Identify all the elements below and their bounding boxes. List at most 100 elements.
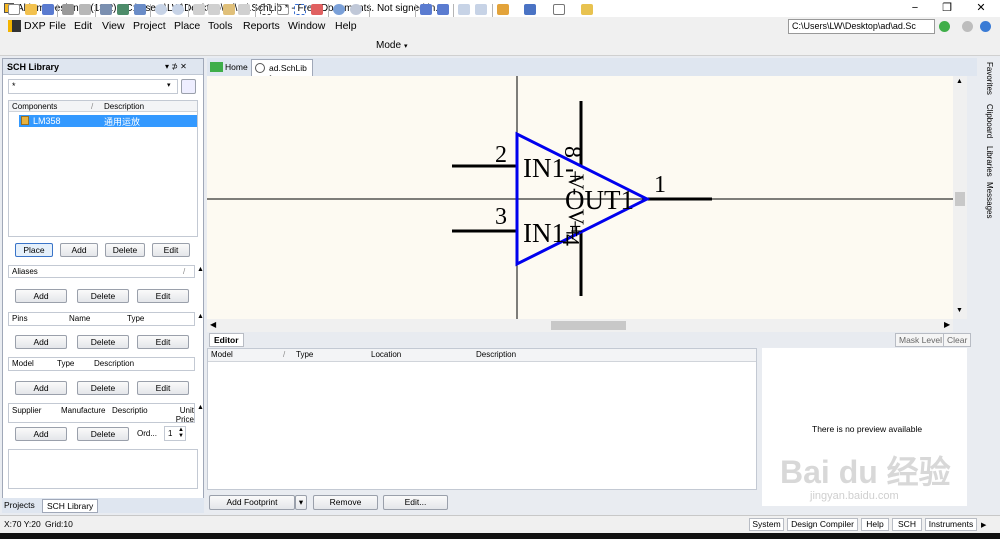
remove-pin-icon[interactable] [437, 4, 449, 15]
back-nav-icon[interactable] [962, 21, 973, 32]
col-components[interactable]: Components [12, 102, 57, 111]
menu-project[interactable]: Project [133, 20, 166, 32]
place-button[interactable]: Place [15, 243, 53, 257]
scroll-up-icon[interactable]: ▲ [956, 78, 963, 85]
deselect-icon[interactable] [311, 4, 323, 15]
utilities-icon[interactable] [497, 4, 509, 15]
edit-component-button[interactable]: Edit [152, 243, 190, 257]
edit-pin-button[interactable]: Edit [137, 335, 189, 349]
col-type[interactable]: Type [57, 359, 74, 368]
component-row-selected[interactable]: LM358 通用运放 [19, 115, 197, 127]
add-footprint-button[interactable]: Add Footprint [209, 495, 295, 510]
clear-button[interactable]: Clear [943, 333, 972, 347]
cut-icon[interactable] [193, 4, 205, 15]
tab-editor[interactable]: Editor [209, 333, 244, 347]
vertical-scroll-thumb[interactable] [955, 192, 965, 206]
col-type[interactable]: Type [296, 350, 313, 359]
tab-projects[interactable]: Projects [4, 500, 35, 510]
filter-input[interactable]: * ▾ [8, 79, 178, 94]
print-preview-icon[interactable] [79, 4, 91, 15]
canvas-vertical-scrollbar[interactable]: ▲ ▼ [953, 76, 967, 319]
tab-home[interactable]: Home [225, 62, 248, 72]
menu-view[interactable]: View [102, 20, 125, 32]
status-help-button[interactable]: Help [861, 518, 889, 531]
layers-icon[interactable] [134, 4, 146, 15]
drawing-tools-icon[interactable] [524, 4, 536, 15]
tab-libraries[interactable]: Libraries [985, 146, 994, 177]
remove-button[interactable]: Remove [313, 495, 378, 510]
col-description[interactable]: Descriptio [112, 406, 148, 415]
mask-level-button[interactable]: Mask Level [895, 333, 946, 347]
status-sch-button[interactable]: SCH [892, 518, 922, 531]
open-folder-icon[interactable] [25, 4, 37, 15]
component-folder-icon[interactable] [581, 4, 593, 15]
restore-button[interactable]: ❐ [932, 1, 962, 16]
tab-favorites[interactable]: Favorites [985, 62, 994, 95]
minimize-button[interactable]: − [900, 1, 930, 16]
scroll-left-icon[interactable]: ◀ [210, 320, 216, 329]
col-supplier[interactable]: Supplier [12, 406, 41, 415]
next-component-icon[interactable] [475, 4, 487, 15]
add-supplier-button[interactable]: Add [15, 427, 67, 441]
horizontal-scroll-thumb[interactable] [551, 321, 626, 330]
panel-controls-icon[interactable]: ▾ ⊅ ✕ [165, 62, 187, 71]
rubber-stamp-icon[interactable] [238, 4, 250, 15]
scroll-right-icon[interactable]: ▶ [944, 320, 950, 329]
select-area-icon[interactable] [260, 4, 272, 15]
undo-icon[interactable] [333, 4, 345, 15]
delete-supplier-button[interactable]: Delete [77, 427, 129, 441]
col-model[interactable]: Model [12, 359, 34, 368]
col-unit-price[interactable]: Unit Price [174, 406, 194, 424]
select-inside-icon[interactable] [294, 4, 306, 15]
col-description[interactable]: Description [94, 359, 134, 368]
col-name[interactable]: Name [69, 314, 90, 323]
menu-edit[interactable]: Edit [74, 20, 92, 32]
close-button[interactable]: ✕ [966, 1, 996, 16]
section-scroll-up-icon[interactable]: ▲ [197, 404, 204, 411]
col-model[interactable]: Model [211, 350, 233, 359]
section-scroll-up-icon[interactable]: ▲ [197, 313, 204, 320]
mode-dropdown[interactable]: Mode [376, 40, 401, 51]
help-globe-icon[interactable] [980, 21, 991, 32]
save-icon[interactable] [42, 4, 54, 15]
delete-pin-button[interactable]: Delete [77, 335, 129, 349]
col-manufacturer[interactable]: Manufacture [61, 406, 105, 415]
3d-view-icon[interactable] [100, 4, 112, 15]
col-description[interactable]: Description [104, 102, 144, 111]
move-icon[interactable] [277, 4, 289, 15]
edit-alias-button[interactable]: Edit [137, 289, 189, 303]
order-stepper[interactable]: 1 ▲ ▼ [164, 426, 186, 441]
menu-window[interactable]: Window [288, 20, 325, 32]
section-scroll-up-icon[interactable]: ▲ [197, 266, 204, 273]
canvas-horizontal-scrollbar[interactable]: ◀ ▶ [207, 319, 953, 332]
dxp-icon[interactable] [8, 20, 21, 32]
grid-icon[interactable] [553, 4, 565, 15]
mode-chevron-down-icon[interactable]: ▾ [404, 42, 408, 50]
tab-ad-schlib[interactable]: ad.SchLib * [251, 59, 313, 83]
board-icon[interactable] [117, 4, 129, 15]
menu-file[interactable]: File [49, 20, 66, 32]
zoom-in-icon[interactable] [155, 4, 167, 15]
delete-model-button[interactable]: Delete [77, 381, 129, 395]
new-file-icon[interactable] [8, 4, 20, 15]
menu-reports[interactable]: Reports [243, 20, 280, 32]
menu-help[interactable]: Help [335, 20, 357, 32]
add-pin-button[interactable]: Add [15, 335, 67, 349]
menu-dxp[interactable]: DXP [24, 20, 46, 32]
add-pin-icon[interactable] [420, 4, 432, 15]
add-model-button[interactable]: Add [15, 381, 67, 395]
copy-icon[interactable] [208, 4, 220, 15]
print-icon[interactable] [62, 4, 74, 15]
menu-tools[interactable]: Tools [208, 20, 233, 32]
stepper-arrows-icon[interactable]: ▲ ▼ [178, 427, 184, 439]
redo-icon[interactable] [350, 4, 362, 15]
delete-component-button[interactable]: Delete [105, 243, 145, 257]
document-path-combo[interactable]: C:\Users\LW\Desktop\ad\ad.Sc [788, 19, 935, 34]
status-system-button[interactable]: System [749, 518, 784, 531]
zoom-out-icon[interactable] [172, 4, 184, 15]
tab-messages[interactable]: Messages [985, 182, 994, 218]
add-component-button[interactable]: Add [60, 243, 98, 257]
status-design-compiler-button[interactable]: Design Compiler [787, 518, 858, 531]
add-footprint-chevron-down-icon[interactable]: ▾ [295, 495, 307, 510]
scroll-down-icon[interactable]: ▼ [956, 307, 963, 314]
